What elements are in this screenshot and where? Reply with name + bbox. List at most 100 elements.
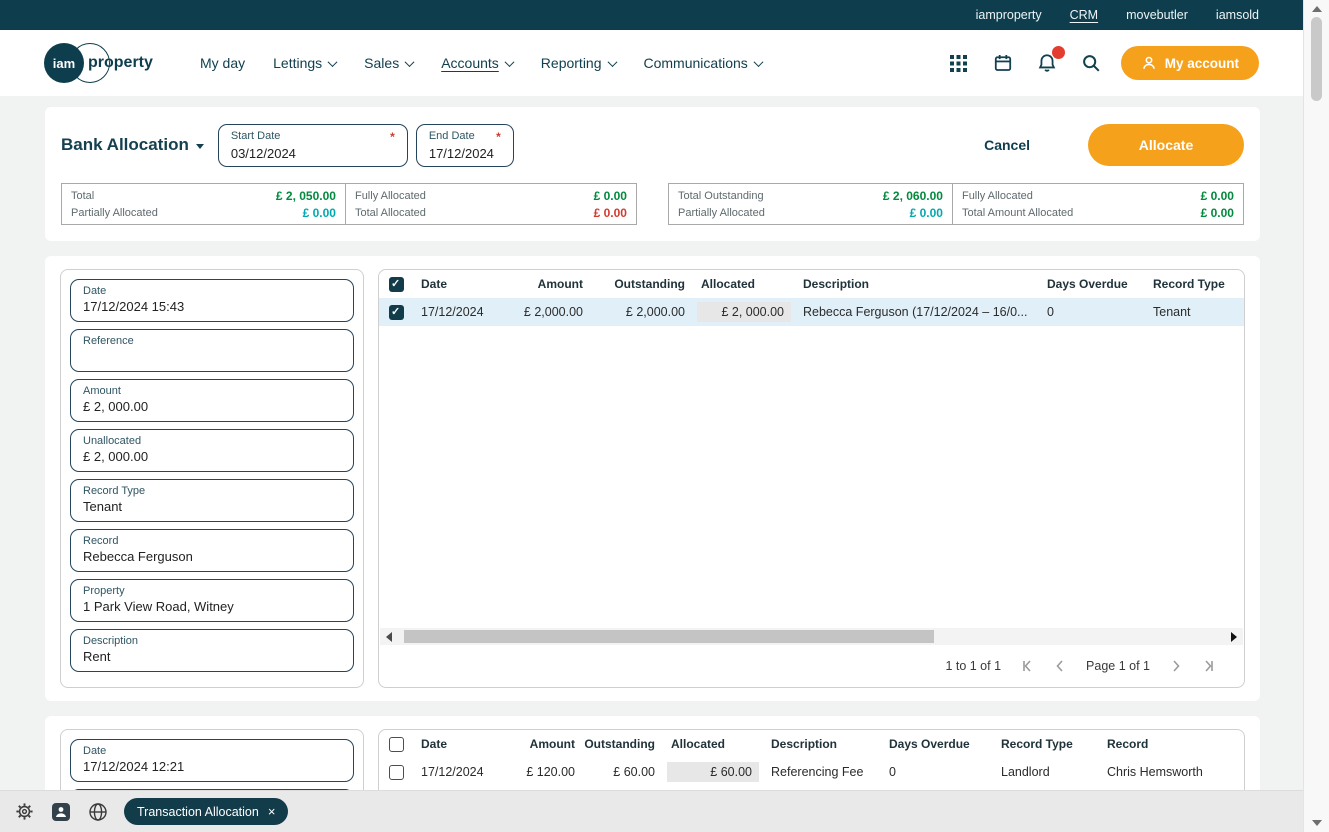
scroll-left-arrow-icon[interactable]	[386, 632, 392, 642]
app-header: iam property My day Lettings Sales Accou…	[0, 30, 1329, 96]
field-reference[interactable]: Reference	[70, 329, 354, 372]
field-property[interactable]: Property 1 Park View Road, Witney	[70, 579, 354, 622]
field-amount[interactable]: Amount £ 2, 000.00	[70, 379, 354, 422]
summary-fully-allocated-label: Fully Allocated	[355, 190, 426, 202]
end-date-field[interactable]: End Date * 17/12/2024	[416, 124, 514, 167]
transaction-allocation-tab-label: Transaction Allocation	[137, 805, 259, 819]
field-reference-value	[83, 349, 341, 364]
field-description-value: Rent	[83, 649, 341, 664]
header-checkbox[interactable]	[389, 277, 404, 292]
cell-date: 17/12/2024	[413, 758, 499, 786]
col-header-allocated[interactable]: Allocated	[693, 270, 795, 298]
col-header-description[interactable]: Description	[763, 730, 881, 758]
col-header-allocated[interactable]: Allocated	[663, 730, 763, 758]
col-header-outstanding[interactable]: Outstanding	[583, 730, 663, 758]
topbar-link-movebutler[interactable]: movebutler	[1126, 8, 1188, 22]
app-tile-icon[interactable]	[50, 801, 72, 823]
top-bar: iamproperty CRM movebutler iamsold	[0, 0, 1329, 30]
topbar-link-crm[interactable]: CRM	[1070, 8, 1098, 22]
field-date[interactable]: Date 17/12/2024 12:21	[70, 739, 354, 782]
col-header-days-overdue[interactable]: Days Overdue	[881, 730, 993, 758]
cell-record-type: Tenant	[1145, 298, 1244, 326]
field-property-value: 1 Park View Road, Witney	[83, 599, 341, 614]
close-icon[interactable]: ×	[268, 804, 276, 819]
header-checkbox[interactable]	[389, 737, 404, 752]
col-header-record-type[interactable]: Record Type	[993, 730, 1099, 758]
table-header-row: Date Amount Outstanding Allocated Descri…	[379, 730, 1244, 758]
field-date[interactable]: Date 17/12/2024 15:43	[70, 279, 354, 322]
nav-my-day[interactable]: My day	[200, 55, 245, 71]
vertical-scrollbar-thumb[interactable]	[1311, 17, 1322, 101]
notifications-bell-icon[interactable]	[1035, 51, 1059, 75]
first-page-button[interactable]	[1020, 659, 1034, 673]
allocate-button[interactable]: Allocate	[1088, 124, 1244, 166]
table-row[interactable]: 17/12/2024 £ 120.00 £ 60.00 £ 60.00 Refe…	[379, 758, 1244, 786]
col-header-record[interactable]: Record	[1099, 730, 1244, 758]
summary-fully-allocated-value: £ 0.00	[1201, 189, 1234, 203]
col-header-outstanding[interactable]: Outstanding	[591, 270, 693, 298]
apps-grid-icon[interactable]	[947, 51, 971, 75]
horizontal-scrollbar-thumb[interactable]	[404, 630, 934, 643]
scroll-down-arrow-icon[interactable]	[1312, 820, 1322, 826]
caret-down-icon	[196, 144, 204, 149]
col-header-description[interactable]: Description	[795, 270, 1039, 298]
iamproperty-logo[interactable]: iam property	[44, 42, 156, 84]
notification-badge	[1052, 46, 1065, 59]
summary-total-amount-allocated-label: Total Amount Allocated	[962, 207, 1073, 219]
topbar-link-iamsold[interactable]: iamsold	[1216, 8, 1259, 22]
globe-icon[interactable]	[87, 801, 109, 823]
col-header-amount[interactable]: Amount	[503, 270, 591, 298]
cell-date: 17/12/2024	[413, 298, 503, 326]
chevron-down-icon	[328, 57, 338, 67]
start-date-field[interactable]: Start Date * 03/12/2024	[218, 124, 408, 167]
transaction-allocation-tab[interactable]: Transaction Allocation ×	[124, 798, 288, 825]
nav-lettings[interactable]: Lettings	[273, 55, 336, 71]
transaction-section-1: Date 17/12/2024 15:43 Reference Amount £…	[45, 256, 1260, 701]
topbar-link-iamproperty[interactable]: iamproperty	[976, 8, 1042, 22]
end-date-value: 17/12/2024	[429, 146, 501, 161]
page-title[interactable]: Bank Allocation	[61, 135, 204, 155]
cell-description: Referencing Fee	[763, 758, 881, 786]
settings-gear-icon[interactable]	[13, 801, 35, 823]
col-header-date[interactable]: Date	[413, 730, 499, 758]
table-row[interactable]: 17/12/2024 £ 2,000.00 £ 2,000.00 £ 2, 00…	[379, 298, 1244, 326]
col-header-date[interactable]: Date	[413, 270, 503, 298]
summary-partially-allocated-value: £ 0.00	[303, 206, 336, 220]
scroll-up-arrow-icon[interactable]	[1312, 6, 1322, 12]
horizontal-scrollbar[interactable]	[380, 628, 1243, 645]
chevron-down-icon	[405, 57, 415, 67]
allocated-amount-input[interactable]: £ 2, 000.00	[697, 302, 791, 322]
my-account-label: My account	[1165, 56, 1239, 71]
nav-accounts[interactable]: Accounts	[441, 55, 513, 71]
field-description[interactable]: Description Rent	[70, 629, 354, 672]
field-record-type[interactable]: Record Type Tenant	[70, 479, 354, 522]
previous-page-button[interactable]	[1053, 659, 1067, 673]
field-record[interactable]: Record Rebecca Ferguson	[70, 529, 354, 572]
summary-partially-allocated-label: Partially Allocated	[678, 207, 765, 219]
nav-communications[interactable]: Communications	[644, 55, 762, 71]
field-unallocated[interactable]: Unallocated £ 2, 000.00	[70, 429, 354, 472]
col-header-record-type[interactable]: Record Type	[1145, 270, 1244, 298]
field-record-value: Rebecca Ferguson	[83, 549, 341, 564]
field-date-label: Date	[83, 745, 106, 757]
row-checkbox[interactable]	[389, 765, 404, 780]
nav-sales[interactable]: Sales	[364, 55, 413, 71]
col-header-amount[interactable]: Amount	[499, 730, 583, 758]
col-header-days-overdue[interactable]: Days Overdue	[1039, 270, 1145, 298]
last-page-button[interactable]	[1202, 659, 1216, 673]
page-title-label: Bank Allocation	[61, 135, 189, 155]
summary-box-right: Total Outstanding£ 2, 060.00 Partially A…	[668, 183, 1244, 225]
field-reference-label: Reference	[83, 335, 134, 347]
nav-reporting[interactable]: Reporting	[541, 55, 616, 71]
scroll-right-arrow-icon[interactable]	[1231, 632, 1237, 642]
next-page-button[interactable]	[1169, 659, 1183, 673]
calendar-icon[interactable]	[991, 51, 1015, 75]
cancel-button[interactable]: Cancel	[984, 137, 1030, 153]
vertical-scrollbar[interactable]	[1303, 0, 1329, 832]
summary-total-allocated-value: £ 0.00	[594, 206, 627, 220]
search-icon[interactable]	[1079, 51, 1103, 75]
row-checkbox[interactable]	[389, 305, 404, 320]
my-account-button[interactable]: My account	[1121, 46, 1259, 80]
summary-total-value: £ 2, 050.00	[276, 189, 336, 203]
allocated-amount-input[interactable]: £ 60.00	[667, 762, 759, 782]
